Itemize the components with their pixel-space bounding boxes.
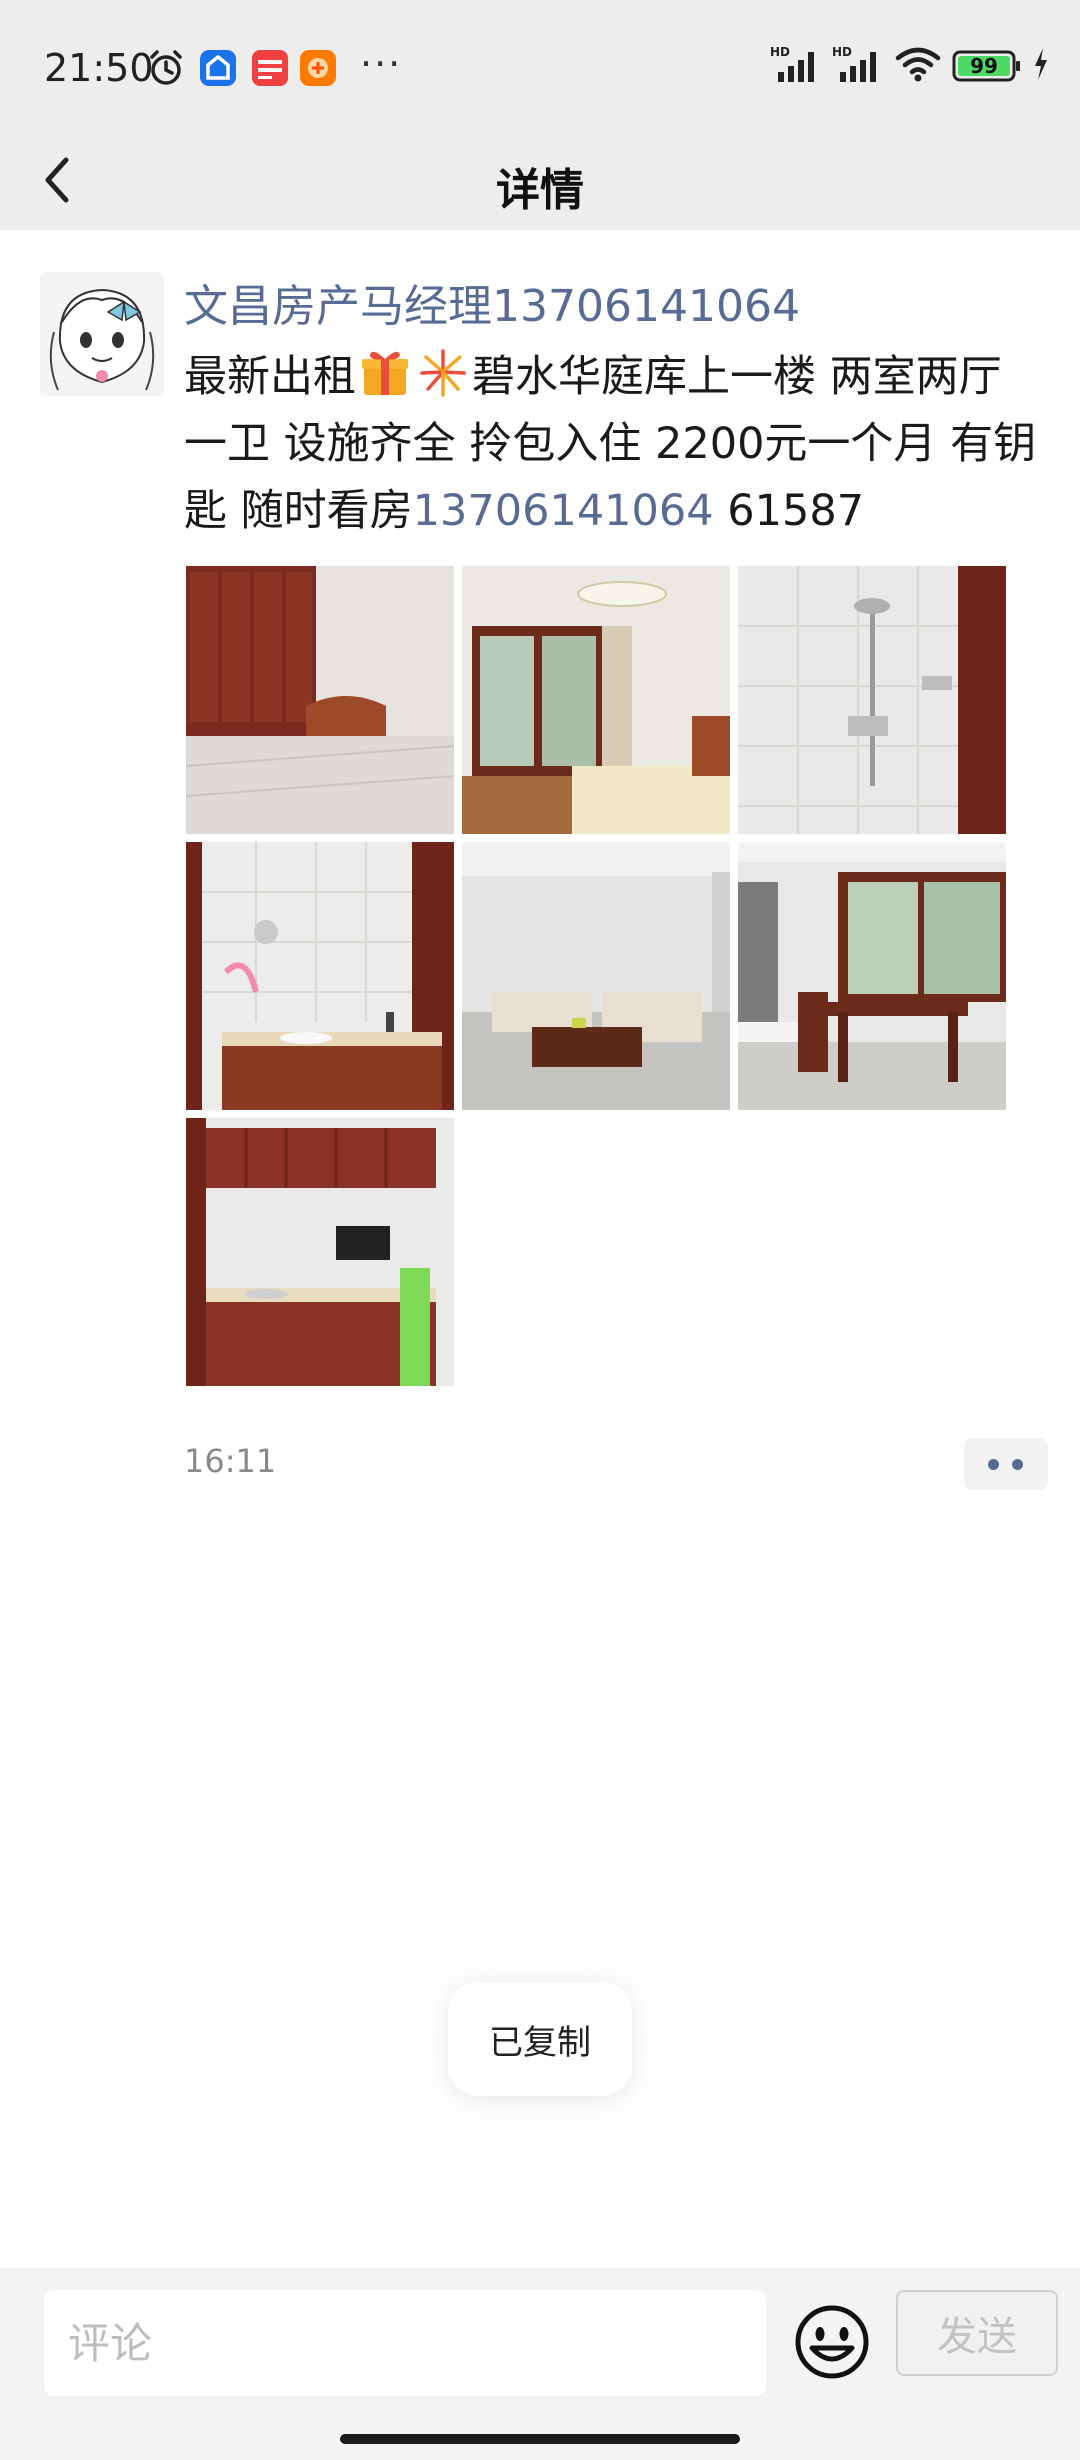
svg-text:HD: HD [832, 45, 852, 59]
more-actions-button[interactable] [964, 1438, 1048, 1490]
emoji-button[interactable] [792, 2302, 872, 2382]
comment-bar: 发送 [0, 2268, 1080, 2460]
charging-icon [1032, 46, 1050, 86]
send-button[interactable]: 发送 [896, 2290, 1058, 2376]
shower-photo[interactable] [738, 566, 1006, 834]
avatar[interactable] [40, 272, 164, 396]
home-indicator[interactable] [340, 2434, 740, 2444]
app-root: 21:50 ··· HD HD 99 详情 文昌房产马经理13706141064… [0, 0, 1080, 2460]
post-author[interactable]: 文昌房产马经理13706141064 [184, 270, 800, 334]
fireworks-emoji-icon [416, 345, 470, 399]
status-right-group: HD HD 99 [770, 44, 1050, 88]
kitchen-photo[interactable] [186, 1118, 454, 1386]
alarm-icon [146, 48, 186, 92]
bedroom-photo-1[interactable] [186, 566, 454, 834]
living-room-photo[interactable] [462, 842, 730, 1110]
more-notifications-icon: ··· [360, 42, 403, 86]
bathroom-sink-photo[interactable] [186, 842, 454, 1110]
dot-icon [988, 1459, 999, 1470]
battery-icon: 99 [952, 49, 1022, 83]
wifi-icon [894, 44, 942, 88]
post-phone-link[interactable]: 13706141064 [413, 486, 714, 536]
battery-level: 99 [970, 54, 998, 78]
status-time: 21:50 [44, 46, 154, 90]
post-text-start: 最新出租 [184, 352, 356, 402]
dot-icon [1012, 1459, 1023, 1470]
gift-emoji-icon [358, 345, 412, 399]
signal-icon-1: HD [770, 44, 822, 88]
copied-toast: 已复制 [448, 1982, 632, 2096]
bedroom-photo-2[interactable] [462, 566, 730, 834]
comment-input[interactable] [44, 2290, 766, 2396]
page-title: 详情 [496, 165, 584, 216]
post-text-tail: 61587 [713, 486, 865, 536]
toutiao-icon [250, 48, 290, 92]
smiley-icon [795, 2305, 869, 2379]
svg-text:HD: HD [770, 45, 790, 59]
post-time: 16:11 [184, 1442, 277, 1480]
dining-room-photo[interactable] [738, 842, 1006, 1110]
signal-icon-2: HD [832, 44, 884, 88]
app-blue-icon [198, 48, 238, 92]
photo-grid [186, 566, 1006, 1386]
taobao-icon [298, 48, 338, 92]
nav-header: 详情 [0, 130, 1080, 230]
post-text: 最新出租 碧水华庭库上一楼 两室两厅一卫 设施齐全 拎包入住 2200元一个月 有… [184, 344, 1044, 545]
status-bar: 21:50 ··· HD HD 99 [0, 0, 1080, 130]
